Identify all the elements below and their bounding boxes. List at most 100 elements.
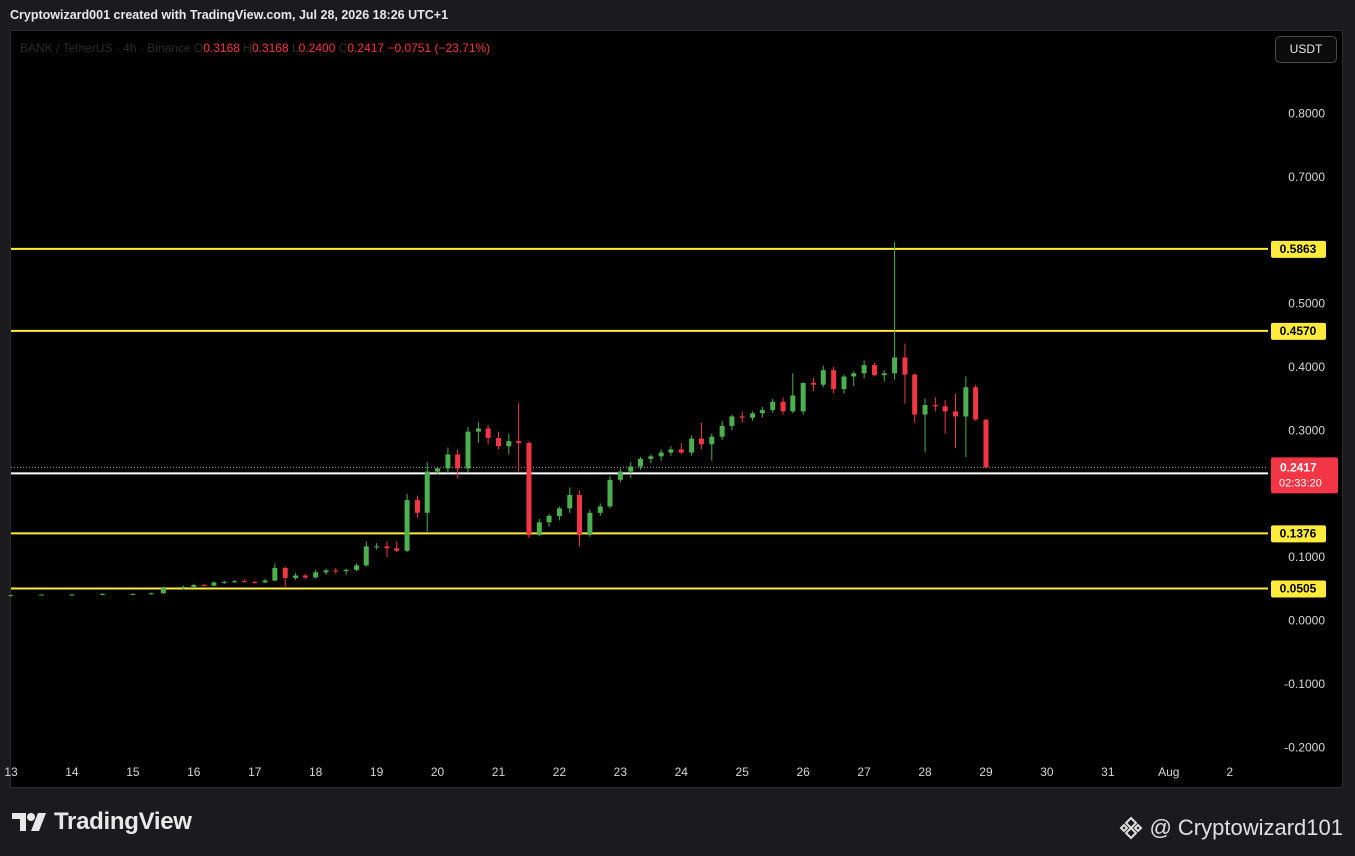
candle-body (282, 567, 288, 579)
candle-body (180, 586, 186, 589)
x-axis-tick-label: 13 (4, 765, 18, 779)
candle-body (343, 569, 349, 572)
candle-body (414, 500, 420, 513)
candle-body (820, 370, 826, 385)
candle-body (323, 570, 329, 573)
candle-body (252, 581, 258, 583)
candle-body (932, 405, 938, 407)
candle-body (262, 580, 268, 583)
tradingview-logo: TradingView (12, 808, 192, 836)
y-axis-tick-label: 0.7000 (1288, 170, 1325, 184)
candle-body (333, 570, 339, 572)
x-axis-tick-label: 18 (309, 765, 323, 779)
x-axis-tick-label: 14 (65, 765, 79, 779)
candle-body (770, 401, 776, 411)
candle-body (201, 585, 207, 587)
candle-body (404, 500, 410, 551)
candle-body (536, 522, 542, 535)
candle-body (394, 548, 400, 551)
candle-body (617, 471, 623, 480)
candle-body (637, 458, 643, 467)
candle-body (851, 373, 857, 377)
candle-body (597, 506, 603, 513)
candle-body (811, 382, 817, 385)
candle-body (658, 452, 664, 457)
author-watermark: @ Cryptowizard101 (1119, 815, 1343, 841)
y-axis-tick-label: 0.1000 (1288, 550, 1325, 564)
candle-body (739, 416, 745, 418)
x-axis-tick-label: 25 (736, 765, 750, 779)
candle-body (567, 495, 573, 509)
x-axis-tick-label: 2 (1226, 765, 1233, 779)
candle-body (750, 413, 756, 418)
candle-body (790, 395, 796, 412)
y-axis-tick-label: 0.3000 (1288, 423, 1325, 437)
candle-body (546, 515, 552, 523)
tradingview-brand: TradingView (54, 808, 192, 835)
x-axis-tick-label: 21 (492, 765, 506, 779)
candle-body (729, 416, 735, 426)
candle-body (668, 449, 674, 453)
candle-body (99, 593, 105, 595)
candle-body (861, 365, 867, 374)
binance-logo-icon (1120, 816, 1143, 840)
level-price-label: 0.5863 (1280, 242, 1317, 256)
candle-body (689, 438, 695, 453)
y-axis-tick-label: -0.1000 (1284, 677, 1325, 691)
candle-body (516, 441, 522, 444)
candle-body (160, 588, 166, 594)
candle-body (678, 449, 684, 453)
candle-body (709, 436, 715, 445)
x-axis-tick-label: 19 (370, 765, 384, 779)
candle-body (892, 357, 898, 374)
candle-body (922, 405, 928, 415)
author-handle: @ Cryptowizard101 (1149, 815, 1343, 840)
candle-body (628, 466, 634, 472)
candle-body (912, 374, 918, 415)
candle-body (485, 428, 491, 438)
x-axis-tick-label: 24 (675, 765, 689, 779)
candle-body (983, 419, 989, 468)
candle-body (963, 387, 969, 417)
candle-body (241, 581, 247, 583)
candle-body (221, 581, 227, 583)
candle-body (302, 575, 308, 578)
x-axis-tick-label: 31 (1101, 765, 1115, 779)
candle-body (38, 594, 44, 596)
candle-body (384, 546, 390, 549)
candle-body (495, 437, 501, 447)
candle-body (607, 479, 613, 507)
candle-body (445, 454, 451, 469)
candle-body (69, 594, 75, 596)
currency-unit-button[interactable]: USDT (1275, 36, 1337, 63)
x-axis-tick-label: 16 (187, 765, 201, 779)
candle-body (506, 441, 512, 447)
candle-body (953, 411, 959, 417)
candle-body (871, 365, 877, 376)
candle-body (272, 567, 278, 581)
x-axis-tick-label: 26 (796, 765, 810, 779)
candle-body (191, 585, 197, 587)
candle-body (435, 468, 441, 472)
x-axis-tick-label: 20 (431, 765, 445, 779)
candle-body (800, 382, 806, 412)
y-axis-tick-label: 0.4000 (1288, 360, 1325, 374)
x-axis-tick-label: Aug (1158, 765, 1179, 779)
candle-body (465, 431, 471, 469)
candle-body (363, 546, 369, 566)
level-price-label: 0.0505 (1280, 582, 1317, 596)
candle-body (148, 593, 154, 595)
candle-body (831, 370, 837, 390)
y-axis-tick-label: 0.0000 (1288, 614, 1325, 628)
candle-body (374, 546, 380, 548)
y-axis-tick-label: -0.2000 (1284, 740, 1325, 754)
x-axis-tick-label: 28 (918, 765, 932, 779)
candle-body (354, 565, 360, 570)
candle-body (232, 581, 238, 583)
candle-body (8, 595, 14, 597)
candle-body (577, 495, 583, 535)
candle-body (313, 572, 319, 578)
y-axis-tick-label: 0.5000 (1288, 297, 1325, 311)
candle-body (455, 454, 461, 469)
level-price-label: 0.4570 (1280, 324, 1317, 338)
